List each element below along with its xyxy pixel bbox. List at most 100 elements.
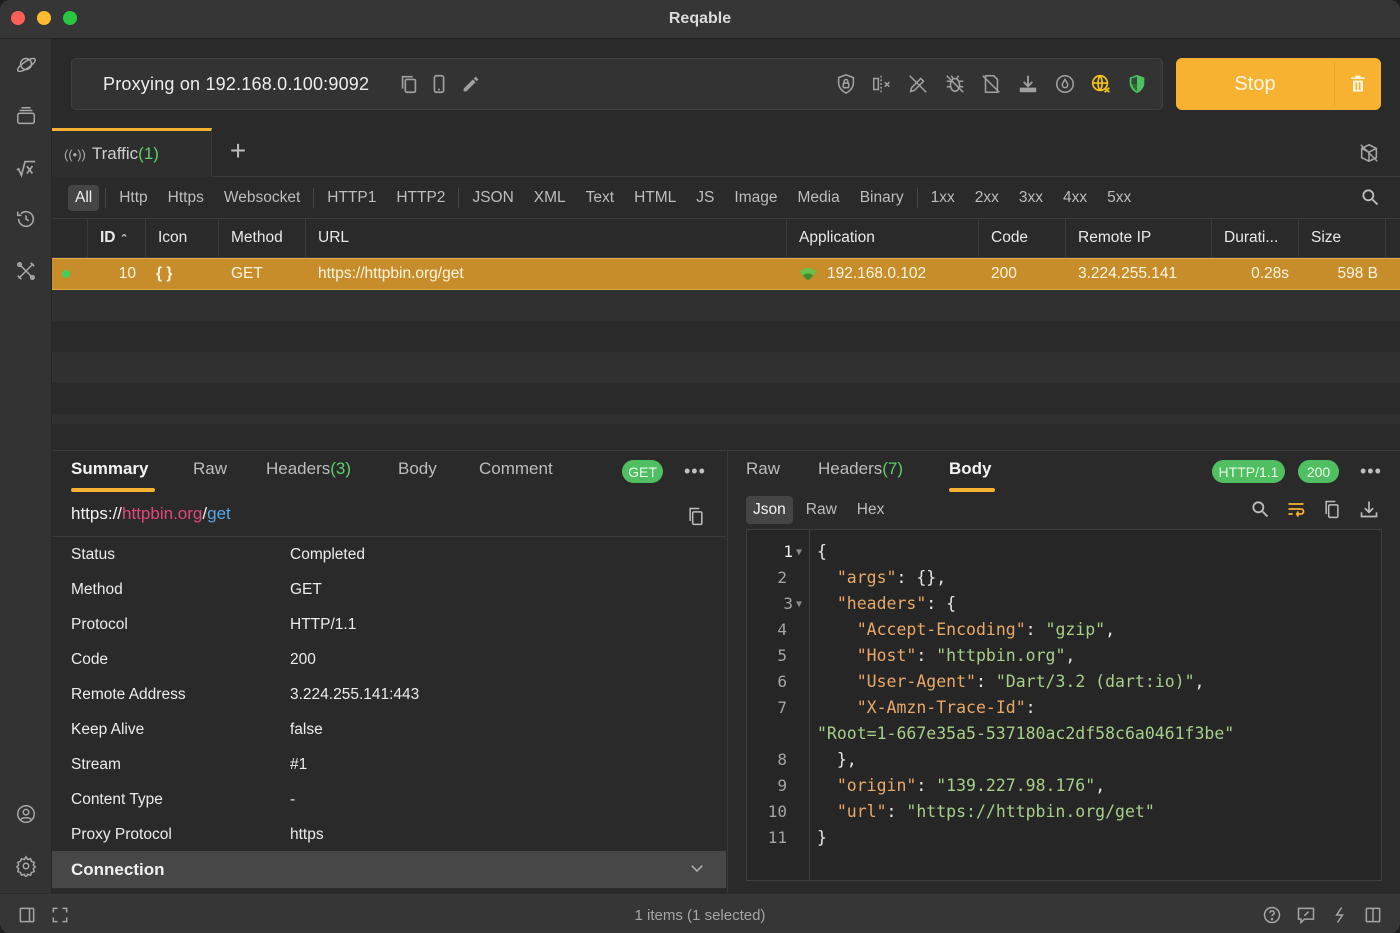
title-bar: Reqable — [0, 0, 1400, 39]
json-body-viewer[interactable]: 1 ▼ 2 3 ▼ 4 5 6 7 8 9 10 11 { "args": {}, … — [746, 529, 1382, 881]
summary-key: Stream — [71, 755, 121, 773]
code-line: "Host": "httpbin.org", — [856, 646, 1076, 665]
subtab-json[interactable]: Json — [746, 496, 793, 524]
col-icon[interactable]: Icon — [146, 219, 219, 257]
more-options-icon[interactable]: ••• — [684, 461, 706, 482]
copy-icon[interactable] — [686, 505, 706, 527]
filter-websocket[interactable]: Websocket — [217, 185, 307, 211]
col-size[interactable]: Size — [1299, 219, 1386, 257]
filter-http2[interactable]: HTTP2 — [389, 185, 452, 211]
filter-4xx[interactable]: 4xx — [1056, 185, 1094, 211]
tab-comment[interactable]: Comment — [479, 459, 553, 479]
col-application[interactable]: Application — [787, 219, 979, 257]
edit-icon[interactable] — [460, 73, 482, 95]
fold-arrow-icon[interactable]: ▼ — [796, 599, 802, 610]
subtab-raw[interactable]: Raw — [799, 496, 844, 524]
col-duration[interactable]: Durati... — [1212, 219, 1299, 257]
empty-row — [52, 290, 1400, 321]
history-icon[interactable] — [14, 207, 38, 231]
disable-cache-icon[interactable] — [1358, 142, 1380, 164]
gear-icon[interactable] — [14, 854, 38, 878]
script-off-icon[interactable] — [980, 73, 1002, 95]
help-icon[interactable] — [1262, 905, 1282, 925]
more-options-icon[interactable]: ••• — [1360, 461, 1382, 482]
tab-summary[interactable]: Summary — [71, 459, 148, 479]
tab-headers[interactable]: Headers(3) — [266, 459, 351, 479]
sqrt-x-icon[interactable] — [14, 156, 38, 180]
filter-text[interactable]: Text — [579, 185, 621, 211]
lightning-icon[interactable] — [1330, 905, 1350, 925]
col-remote-ip[interactable]: Remote IP — [1066, 219, 1212, 257]
phone-icon[interactable] — [428, 73, 450, 95]
user-circle-icon[interactable] — [14, 802, 38, 826]
planet-icon[interactable] — [14, 52, 38, 76]
filter-json[interactable]: JSON — [465, 185, 520, 211]
filter-image[interactable]: Image — [727, 185, 784, 211]
filter-1xx[interactable]: 1xx — [924, 185, 962, 211]
trash-icon[interactable] — [1335, 58, 1381, 110]
copy-icon[interactable] — [1322, 499, 1342, 519]
wrap-lines-icon[interactable] — [1286, 499, 1306, 519]
filter-5xx[interactable]: 5xx — [1100, 185, 1138, 211]
feedback-icon[interactable] — [1296, 905, 1316, 925]
stop-proxy-button[interactable]: Stop — [1176, 58, 1381, 110]
filter-http[interactable]: Http — [112, 185, 154, 211]
shield-check-icon[interactable] — [1126, 73, 1148, 95]
debug-off-icon[interactable] — [944, 73, 966, 95]
col-method[interactable]: Method — [219, 219, 306, 257]
filter-xml[interactable]: XML — [527, 185, 573, 211]
tab-body[interactable]: Body — [398, 459, 437, 479]
line-number: 7 — [777, 698, 787, 717]
subtab-hex[interactable]: Hex — [850, 496, 892, 524]
tab-raw[interactable]: Raw — [193, 459, 227, 479]
request-tabs: Summary Raw Headers(3) Body Comment GET … — [52, 451, 726, 497]
tab-traffic[interactable]: ((•)) Traffic (1) — [52, 128, 212, 177]
download-icon[interactable] — [1359, 499, 1379, 519]
code-line: "Accept-Encoding": "gzip", — [856, 620, 1116, 639]
code-line: "args": {}, — [836, 568, 947, 587]
body-format-tabs: Json Raw Hex — [746, 496, 891, 524]
filter-2xx[interactable]: 2xx — [968, 185, 1006, 211]
search-icon[interactable] — [1250, 499, 1270, 519]
stack-icon[interactable] — [14, 104, 38, 128]
copy-icon[interactable] — [398, 73, 420, 95]
throttle-icon[interactable] — [1054, 73, 1076, 95]
add-tab-button[interactable]: + — [226, 137, 250, 165]
filter-media[interactable]: Media — [790, 185, 846, 211]
ssl-lock-shield-icon[interactable] — [835, 73, 857, 95]
summary-key: Remote Address — [71, 685, 186, 703]
globe-proxy-icon[interactable] — [1090, 73, 1112, 95]
tab-raw[interactable]: Raw — [746, 459, 780, 479]
wrench-screwdriver-icon[interactable] — [14, 259, 38, 283]
col-id[interactable]: ID ⌃ — [88, 219, 146, 257]
summary-key: Content Type — [71, 790, 163, 808]
stop-label[interactable]: Stop — [1176, 58, 1334, 110]
split-view-icon[interactable] — [1363, 905, 1383, 925]
line-number: 11 — [767, 828, 787, 847]
col-status — [52, 219, 88, 257]
col-url[interactable]: URL — [306, 219, 787, 257]
line-number: 3 ▼ — [783, 594, 802, 613]
status-text: 1 items (1 selected) — [634, 907, 766, 924]
response-tabs: Raw Headers(7) Body HTTP/1.1 200 ••• — [728, 451, 1400, 497]
search-icon[interactable] — [1360, 187, 1380, 207]
table-row[interactable]: 10 { } GET https://httpbin.org/get 192.1… — [52, 258, 1400, 290]
download-icon[interactable] — [1017, 73, 1039, 95]
chevron-down-icon[interactable] — [688, 859, 706, 877]
filter-http1[interactable]: HTTP1 — [320, 185, 383, 211]
filter-3xx[interactable]: 3xx — [1012, 185, 1050, 211]
filter-binary[interactable]: Binary — [853, 185, 911, 211]
filter-bar: All Http Https Websocket HTTP1 HTTP2 JSO… — [52, 177, 1400, 219]
fold-arrow-icon[interactable]: ▼ — [796, 547, 802, 558]
col-code[interactable]: Code — [979, 219, 1066, 257]
filter-js[interactable]: JS — [689, 185, 721, 211]
connection-section-header[interactable]: Connection — [52, 851, 726, 888]
tab-body[interactable]: Body — [949, 459, 992, 479]
tab-headers[interactable]: Headers(7) — [818, 459, 903, 479]
rewrite-off-icon[interactable] — [907, 73, 929, 95]
filter-html[interactable]: HTML — [627, 185, 683, 211]
filter-all[interactable]: All — [68, 184, 100, 211]
breakpoint-off-icon[interactable] — [871, 73, 893, 95]
summary-key: Protocol — [71, 615, 128, 633]
filter-https[interactable]: Https — [161, 185, 211, 211]
